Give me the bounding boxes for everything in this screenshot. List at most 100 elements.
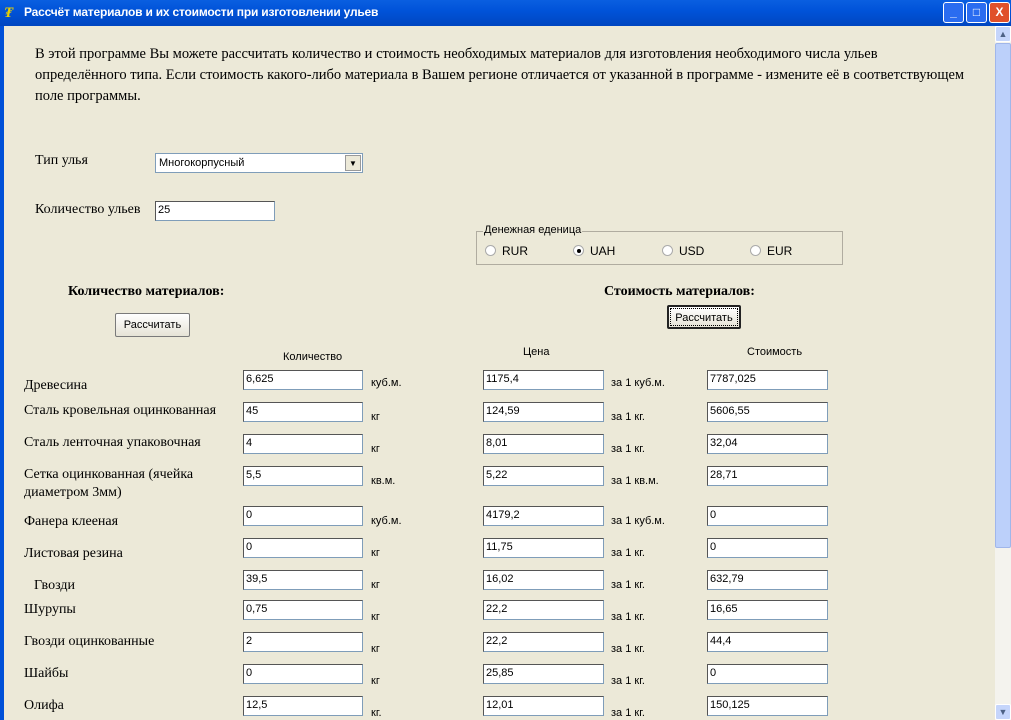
radio-label: EUR: [767, 244, 793, 258]
radio-rur[interactable]: RUR: [485, 244, 528, 258]
quantity-input[interactable]: 45: [243, 402, 363, 422]
quantity-unit: кг: [371, 611, 380, 623]
cost-input[interactable]: 0: [707, 538, 828, 558]
radio-label: UAH: [590, 244, 616, 258]
scroll-thumb[interactable]: [995, 43, 1011, 548]
calculate-quantity-button[interactable]: Рассчитать: [115, 313, 190, 337]
material-name: Древесина: [24, 378, 88, 393]
hive-type-label: Тип улья: [35, 153, 88, 168]
price-input[interactable]: 8,01: [483, 434, 604, 454]
hive-count-input[interactable]: 25: [155, 201, 275, 221]
radio-label: USD: [679, 244, 705, 258]
cost-input[interactable]: 32,04: [707, 434, 828, 454]
close-button[interactable]: X: [989, 2, 1010, 23]
radio-icon: [662, 245, 673, 256]
price-input[interactable]: 1175,4: [483, 370, 604, 390]
hive-type-value: Многокорпусный: [159, 157, 245, 169]
vertical-scrollbar[interactable]: ▲ ▼: [995, 26, 1011, 720]
maximize-button[interactable]: □: [966, 2, 987, 23]
intro-text: В этой программе Вы можете рассчитать ко…: [35, 46, 965, 104]
price-column-header: Цена: [523, 346, 550, 358]
quantity-unit: куб.м.: [371, 515, 402, 527]
price-input[interactable]: 12,01: [483, 696, 604, 716]
cost-input[interactable]: 44,4: [707, 632, 828, 652]
quantity-unit: куб.м.: [371, 377, 402, 389]
radio-icon: [750, 245, 761, 256]
cost-input[interactable]: 632,79: [707, 570, 828, 590]
quantity-input[interactable]: 12,5: [243, 696, 363, 716]
material-name: Листовая резина: [24, 546, 123, 561]
price-input[interactable]: 124,59: [483, 402, 604, 422]
cost-input[interactable]: 150,125: [707, 696, 828, 716]
cost-input[interactable]: 28,71: [707, 466, 828, 486]
scroll-down-icon[interactable]: ▼: [995, 704, 1011, 720]
quantity-unit: кг: [371, 579, 380, 591]
material-name: Гвозди: [34, 578, 75, 593]
price-unit: за 1 кг.: [611, 443, 645, 455]
quantity-unit: кв.м.: [371, 475, 396, 487]
price-input[interactable]: 25,85: [483, 664, 604, 684]
quantity-input[interactable]: 6,625: [243, 370, 363, 390]
radio-eur[interactable]: EUR: [750, 244, 792, 258]
quantity-unit: кг: [371, 443, 380, 455]
material-name: Сетка оцинкованная (ячейка диаметром 3мм…: [24, 467, 194, 500]
window-border: [0, 26, 4, 720]
title-bar: ₮ Рассчёт материалов и их стоимости при …: [0, 0, 1011, 26]
quantity-section-title: Количество материалов:: [68, 284, 225, 299]
cost-section-title: Стоимость материалов:: [604, 284, 755, 299]
currency-legend: Денежная еденица: [483, 224, 583, 236]
cost-input[interactable]: 16,65: [707, 600, 828, 620]
price-input[interactable]: 5,22: [483, 466, 604, 486]
quantity-unit: кг: [371, 675, 380, 687]
cost-input[interactable]: 7787,025: [707, 370, 828, 390]
quantity-input[interactable]: 2: [243, 632, 363, 652]
calculate-cost-button[interactable]: Рассчитать: [667, 305, 741, 329]
radio-usd[interactable]: USD: [662, 244, 704, 258]
radio-icon: [485, 245, 496, 256]
quantity-input[interactable]: 39,5: [243, 570, 363, 590]
quantity-input[interactable]: 4: [243, 434, 363, 454]
price-input[interactable]: 16,02: [483, 570, 604, 590]
price-unit: за 1 куб.м.: [611, 377, 665, 389]
price-input[interactable]: 4179,2: [483, 506, 604, 526]
hive-type-select[interactable]: Многокорпусный ▼: [155, 153, 363, 173]
material-name: Шурупы: [24, 602, 76, 617]
price-input[interactable]: 22,2: [483, 632, 604, 652]
price-input[interactable]: 11,75: [483, 538, 604, 558]
quantity-unit: кг.: [371, 707, 382, 719]
quantity-input[interactable]: 0,75: [243, 600, 363, 620]
radio-selected-icon: [573, 245, 584, 256]
price-unit: за 1 кг.: [611, 643, 645, 655]
cost-column-header: Стоимость: [747, 346, 803, 358]
price-unit: за 1 кг.: [611, 611, 645, 623]
quantity-unit: кг: [371, 643, 380, 655]
material-name: Сталь ленточная упаковочная: [24, 435, 201, 450]
scroll-up-icon[interactable]: ▲: [995, 26, 1011, 42]
quantity-input[interactable]: 0: [243, 664, 363, 684]
window-title: Рассчёт материалов и их стоимости при из…: [24, 5, 379, 19]
quantity-unit: кг: [371, 411, 380, 423]
price-unit: за 1 кв.м.: [611, 475, 659, 487]
currency-group: Денежная еденица RUR UAH USD EUR: [476, 224, 843, 265]
app-icon: ₮: [4, 3, 14, 21]
radio-label: RUR: [502, 244, 528, 258]
cost-input[interactable]: 5606,55: [707, 402, 828, 422]
quantity-unit: кг: [371, 547, 380, 559]
price-unit: за 1 кг.: [611, 411, 645, 423]
quantity-input[interactable]: 0: [243, 506, 363, 526]
material-name: Олифа: [24, 698, 64, 713]
price-unit: за 1 кг.: [611, 579, 645, 591]
price-unit: за 1 кг.: [611, 707, 645, 719]
cost-input[interactable]: 0: [707, 664, 828, 684]
chevron-down-icon[interactable]: ▼: [345, 155, 361, 171]
price-unit: за 1 кг.: [611, 547, 645, 559]
material-name: Фанера клееная: [24, 514, 119, 529]
quantity-input[interactable]: 5,5: [243, 466, 363, 486]
radio-uah[interactable]: UAH: [573, 244, 615, 258]
material-name: Гвозди оцинкованные: [24, 634, 155, 649]
hive-count-label: Количество ульев: [35, 202, 141, 217]
price-input[interactable]: 22,2: [483, 600, 604, 620]
quantity-input[interactable]: 0: [243, 538, 363, 558]
cost-input[interactable]: 0: [707, 506, 828, 526]
minimize-button[interactable]: _: [943, 2, 964, 23]
